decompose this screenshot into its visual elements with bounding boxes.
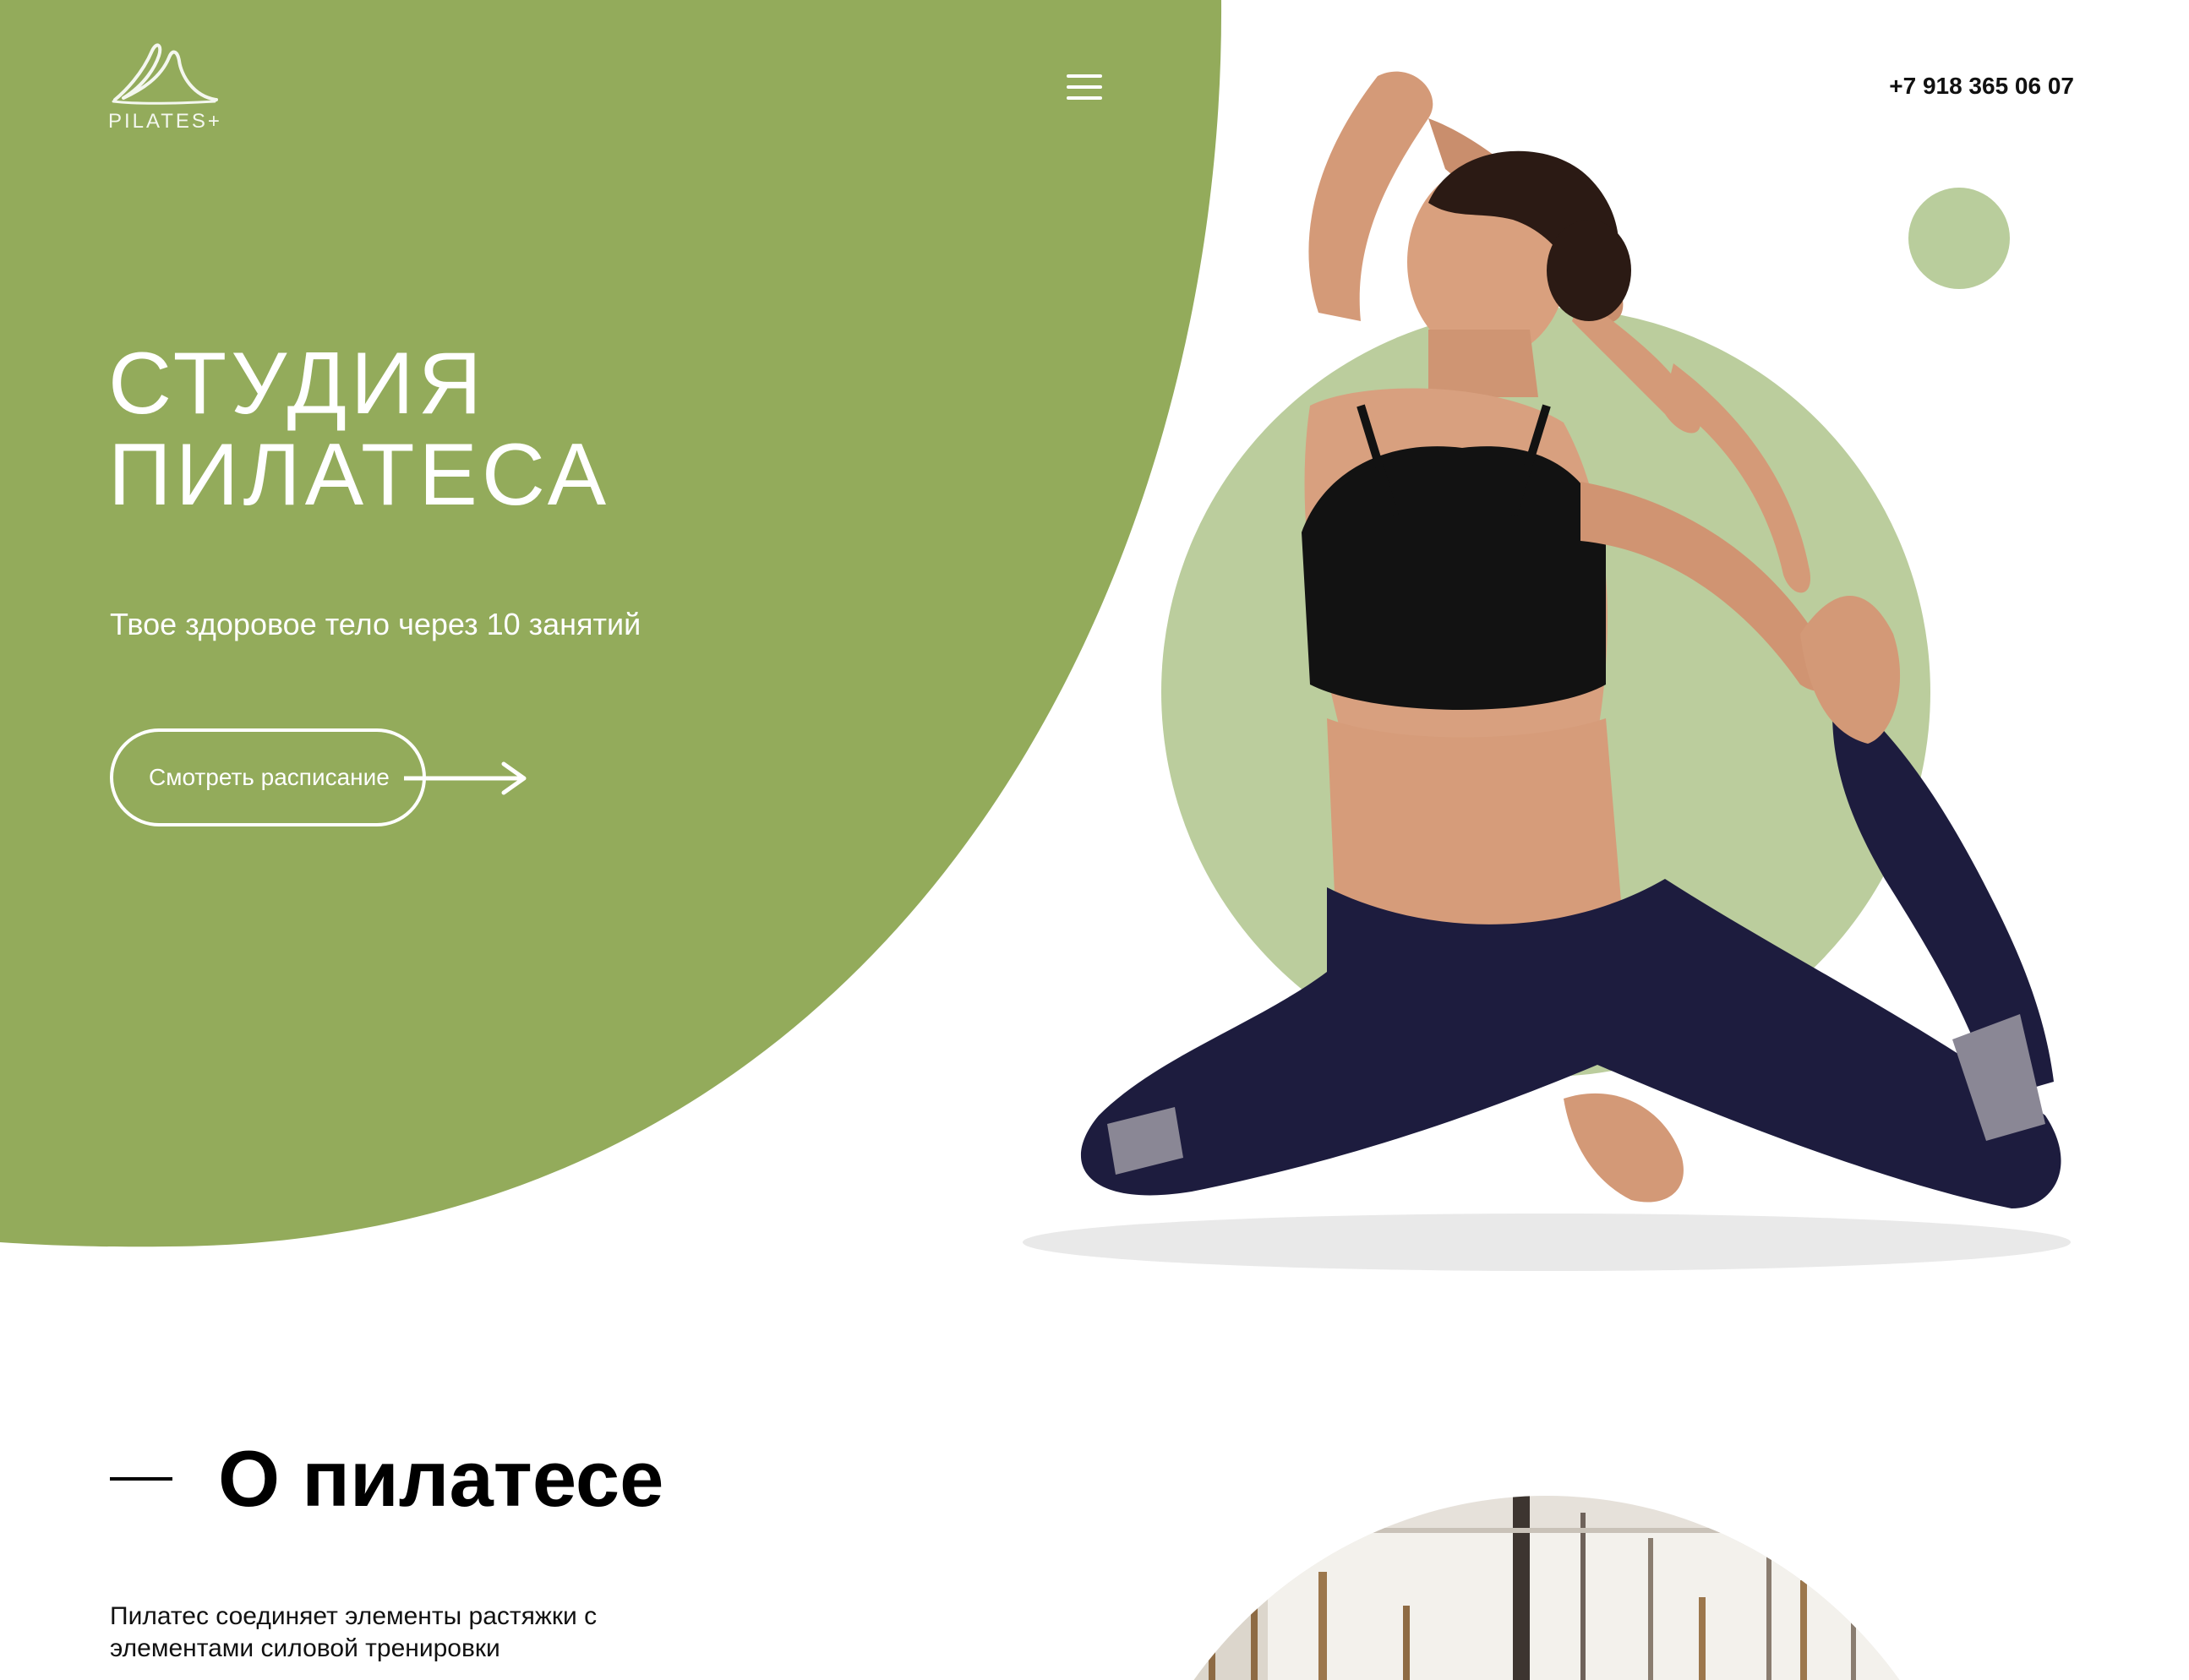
hero-woman-image xyxy=(1023,71,2071,1271)
logo[interactable]: PILATES+ xyxy=(108,41,220,134)
hero-title: СТУДИЯ ПИЛАТЕСА xyxy=(108,338,610,521)
hero-subtitle: Твое здоровое тело через 10 занятий xyxy=(110,607,641,641)
studio-interior-image xyxy=(1107,1496,1986,1680)
hero-title-line-1: СТУДИЯ xyxy=(108,335,486,433)
landing-page: PILATES+ +7 918 365 06 07 СТУДИЯ ПИЛАТЕС… xyxy=(0,0,2189,1680)
logo-mark-icon xyxy=(112,43,218,105)
hero-title-line-2: ПИЛАТЕСА xyxy=(108,426,611,524)
arrow-right-icon[interactable] xyxy=(404,757,531,799)
about-section-text: Пилатес соединяет элементы растяжки с эл… xyxy=(110,1602,598,1662)
logo-text: PILATES+ xyxy=(108,110,222,133)
section-title-dash xyxy=(110,1477,172,1481)
about-section-title: О пилатесе xyxy=(218,1434,664,1523)
view-schedule-button[interactable]: Смотреть расписание xyxy=(110,728,426,826)
